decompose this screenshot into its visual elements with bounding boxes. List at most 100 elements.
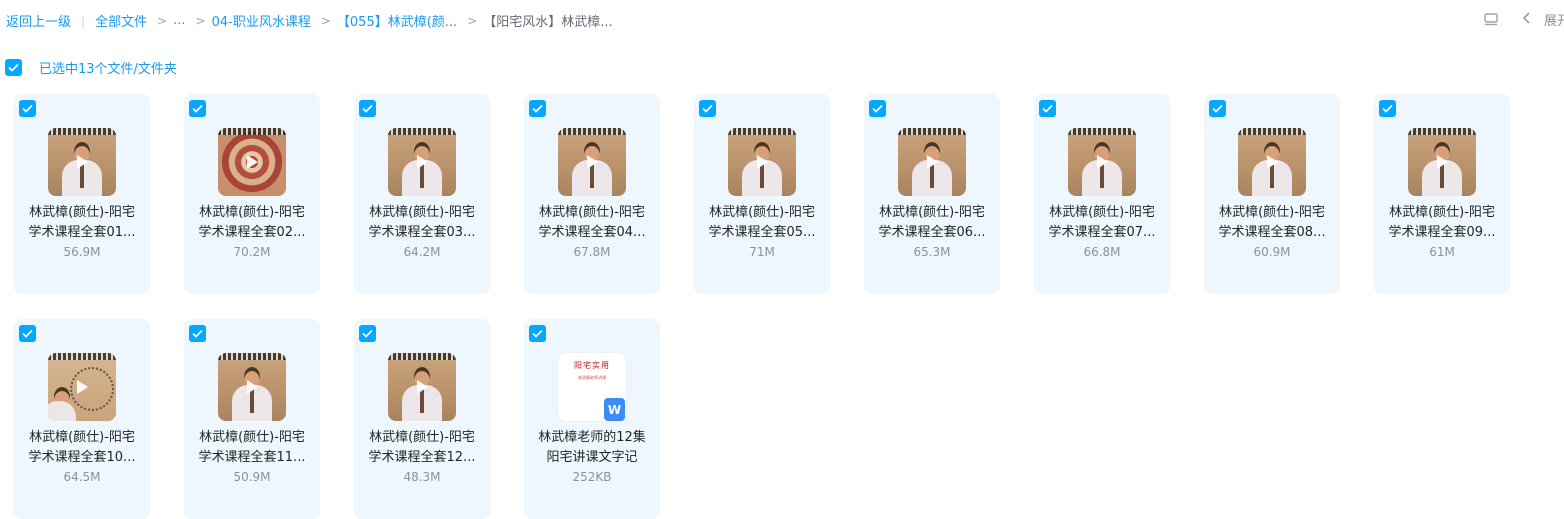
toolbar: 展开 [1482, 10, 1564, 29]
checkmark-icon [702, 104, 713, 113]
file-name-line2: 学术课程全套09... [1388, 225, 1496, 240]
file-name-line1: 林武樟(颜仕)-阳宅 [369, 205, 475, 220]
video-thumbnail [388, 128, 456, 196]
file-card[interactable]: 林武樟(颜仕)-阳宅 学术课程全套12... 48.3M [354, 319, 490, 519]
checkmark-icon [1042, 104, 1053, 113]
file-card[interactable]: 林武樟(颜仕)-阳宅 学术课程全套04... 67.8M [524, 94, 660, 294]
file-name-line2: 学术课程全套12... [368, 450, 476, 465]
file-name-line1: 林武樟(颜仕)-阳宅 [29, 205, 135, 220]
file-card[interactable]: 林武樟(颜仕)-阳宅 学术课程全套07... 66.8M [1034, 94, 1170, 294]
file-name-line2: 学术课程全套02... [198, 225, 306, 240]
play-icon [757, 155, 768, 169]
video-thumbnail [728, 128, 796, 196]
selection-count: 已选中13个文件/文件夹 [39, 62, 177, 77]
expand-panel-button[interactable]: 展开 [1522, 10, 1564, 29]
play-icon [77, 155, 88, 169]
file-checkbox[interactable] [529, 100, 546, 117]
back-link[interactable]: 返回上一级 [6, 11, 71, 30]
file-name-line2: 阳宅讲课文字记 [546, 450, 638, 465]
file-size: 60.9M [1253, 245, 1291, 259]
file-name: 林武樟(颜仕)-阳宅 学术课程全套03... [358, 203, 486, 243]
video-thumbnail [1408, 128, 1476, 196]
file-card[interactable]: 林武樟(颜仕)-阳宅 学术课程全套09... 61M [1374, 94, 1510, 294]
play-icon [417, 155, 428, 169]
file-name: 林武樟(颜仕)-阳宅 学术课程全套02... [188, 203, 316, 243]
file-name-line1: 林武樟(颜仕)-阳宅 [369, 430, 475, 445]
breadcrumb-ellipsis[interactable]: ... [173, 13, 185, 28]
file-size: 70.2M [233, 245, 271, 259]
top-bar: 返回上一级 | 全部文件 > ... > 04-职业风水课程 > 【055】林武… [0, 0, 1564, 40]
file-size: 48.3M [403, 470, 441, 484]
checkmark-icon [872, 104, 883, 113]
file-name: 林武樟(颜仕)-阳宅 学术课程全套11... [188, 428, 316, 468]
file-card[interactable]: 林武樟(颜仕)-阳宅 学术课程全套10... 64.5M [14, 319, 150, 519]
file-name: 林武樟(颜仕)-阳宅 学术课程全套04... [528, 203, 656, 243]
video-thumbnail [218, 128, 286, 196]
file-checkbox[interactable] [189, 325, 206, 342]
file-name-line1: 林武樟(颜仕)-阳宅 [199, 205, 305, 220]
file-name-line1: 林武樟(颜仕)-阳宅 [539, 205, 645, 220]
select-all-checkbox[interactable] [5, 59, 22, 76]
file-size: 65.3M [913, 245, 951, 259]
file-name-line1: 林武樟(颜仕)-阳宅 [1049, 205, 1155, 220]
file-name: 林武樟(颜仕)-阳宅 学术课程全套07... [1038, 203, 1166, 243]
file-checkbox[interactable] [1039, 100, 1056, 117]
file-name-line1: 林武樟(颜仕)-阳宅 [1389, 205, 1495, 220]
breadcrumb-level2[interactable]: 【055】林武樟(颜... [337, 11, 457, 30]
video-thumbnail [898, 128, 966, 196]
chevron-right-icon: > [195, 13, 206, 28]
chevron-right-icon: > [157, 13, 168, 28]
checkmark-icon [1212, 104, 1223, 113]
breadcrumb-level1[interactable]: 04-职业风水课程 [212, 11, 311, 30]
file-checkbox[interactable] [529, 325, 546, 342]
file-size: 71M [749, 245, 775, 259]
play-icon [1267, 155, 1278, 169]
file-name-line1: 林武樟(颜仕)-阳宅 [1219, 205, 1325, 220]
file-checkbox[interactable] [699, 100, 716, 117]
breadcrumb-all-files[interactable]: 全部文件 [95, 11, 147, 30]
file-checkbox[interactable] [1379, 100, 1396, 117]
play-icon [417, 380, 428, 394]
file-checkbox[interactable] [359, 100, 376, 117]
file-name: 林武樟老师的12集 阳宅讲课文字记 [528, 428, 656, 468]
file-checkbox[interactable] [19, 325, 36, 342]
file-name: 林武樟(颜仕)-阳宅 学术课程全套08... [1208, 203, 1336, 243]
file-checkbox[interactable] [359, 325, 376, 342]
breadcrumb-current: 【阳宅风水】林武樟... [483, 15, 613, 30]
file-card[interactable]: 林武樟(颜仕)-阳宅 学术课程全套02... 70.2M [184, 94, 320, 294]
file-checkbox[interactable] [19, 100, 36, 117]
play-icon [1097, 155, 1108, 169]
file-card[interactable]: 林武樟(颜仕)-阳宅 学术课程全套06... 65.3M [864, 94, 1000, 294]
video-thumbnail [1238, 128, 1306, 196]
checkmark-icon [362, 329, 373, 338]
file-name-line1: 林武樟老师的12集 [538, 430, 646, 445]
file-size: 66.8M [1083, 245, 1121, 259]
file-name-line2: 学术课程全套11... [198, 450, 306, 465]
checkmark-icon [362, 104, 373, 113]
file-size: 50.9M [233, 470, 271, 484]
file-checkbox[interactable] [869, 100, 886, 117]
file-card[interactable]: 林武樟(颜仕)-阳宅 学术课程全套03... 64.2M [354, 94, 490, 294]
file-card[interactable]: 林武樟(颜仕)-阳宅 学术课程全套01... 56.9M [14, 94, 150, 294]
list-view-icon[interactable] [1482, 11, 1500, 29]
file-card[interactable]: 林武樟(颜仕)-阳宅 学术课程全套05... 71M [694, 94, 830, 294]
video-thumbnail [558, 128, 626, 196]
file-checkbox[interactable] [1209, 100, 1226, 117]
checkmark-icon [192, 329, 203, 338]
play-icon [247, 380, 258, 394]
file-checkbox[interactable] [189, 100, 206, 117]
checkmark-icon [22, 104, 33, 113]
checkmark-icon [532, 104, 543, 113]
file-card[interactable]: 林武樟(颜仕)-阳宅 学术课程全套11... 50.9M [184, 319, 320, 519]
breadcrumb: 返回上一级 | 全部文件 > ... > 04-职业风水课程 > 【055】林武… [6, 11, 613, 30]
file-card[interactable]: 林武樟(颜仕)-阳宅 学术课程全套08... 60.9M [1204, 94, 1340, 294]
file-name-line2: 学术课程全套10... [28, 450, 136, 465]
file-name-line2: 学术课程全套03... [368, 225, 476, 240]
file-card[interactable]: 阳宅实用 林武樟老师讲课 W 林武樟老师的12集 阳宅讲课文字记 252KB [524, 319, 660, 519]
video-thumbnail [48, 353, 116, 421]
select-all-row: 已选中13个文件/文件夹 [5, 58, 177, 77]
file-size: 56.9M [63, 245, 101, 259]
file-size: 61M [1429, 245, 1455, 259]
file-name: 林武樟(颜仕)-阳宅 学术课程全套10... [18, 428, 146, 468]
breadcrumb-divider: | [81, 13, 86, 28]
